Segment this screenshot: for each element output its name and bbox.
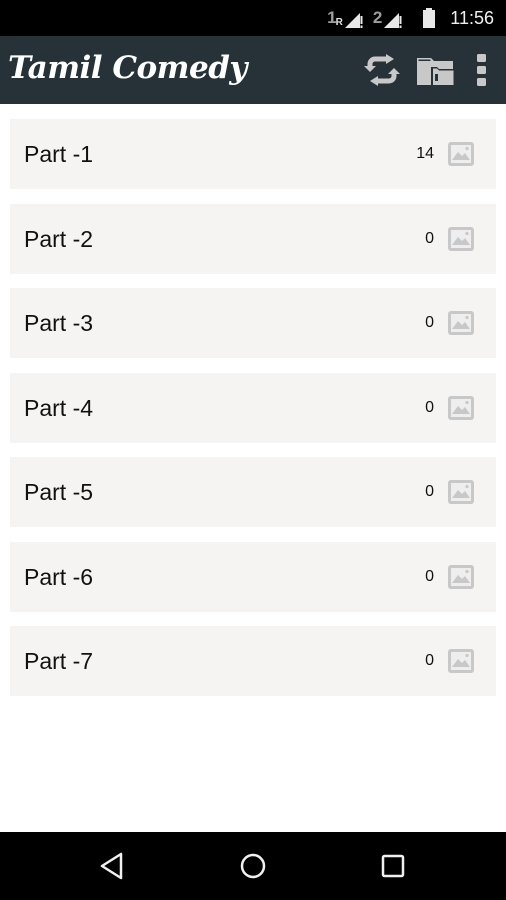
item-label: Part -1 xyxy=(24,141,94,167)
refresh-icon xyxy=(364,54,400,86)
item-count: 0 xyxy=(425,398,434,416)
app-title: Tamil Comedy xyxy=(8,50,247,86)
signal-icon xyxy=(344,13,363,28)
image-icon xyxy=(448,311,474,335)
status-icons: 1 R 2 11:56 xyxy=(327,0,494,36)
recents-square-icon xyxy=(381,854,405,878)
list-item[interactable]: Part -2 0 xyxy=(10,203,496,274)
parts-list: Part -1 14 Part -2 0 Part -3 0 Part -4 0… xyxy=(10,119,496,711)
status-bar: 1 R 2 11:56 xyxy=(0,0,506,36)
roaming-indicator: R xyxy=(335,17,343,28)
app-bar-actions xyxy=(362,36,494,104)
image-icon xyxy=(448,142,474,166)
clock: 11:56 xyxy=(450,7,494,28)
signal-icon xyxy=(384,13,402,28)
folder-icon xyxy=(417,58,455,85)
list-item[interactable]: Part -4 0 xyxy=(10,372,496,443)
item-label: Part -2 xyxy=(24,225,94,252)
app-bar: Tamil Comedy xyxy=(0,36,506,104)
item-label: Part -3 xyxy=(24,310,94,336)
sim1-signal: 1 R xyxy=(327,8,363,28)
item-count: 0 xyxy=(425,483,434,500)
item-count: 0 xyxy=(425,314,434,331)
item-label: Part -7 xyxy=(24,648,94,674)
image-icon xyxy=(448,649,474,673)
list-item[interactable]: Part -1 14 xyxy=(10,119,496,189)
navigation-bar xyxy=(0,832,506,900)
battery-icon xyxy=(423,8,436,28)
back-triangle-icon xyxy=(100,852,123,880)
recents-button[interactable] xyxy=(373,846,413,886)
list-item[interactable]: Part -6 0 xyxy=(10,541,496,612)
sim2-signal: 2 xyxy=(373,8,402,28)
list-item[interactable]: Part -5 0 xyxy=(10,457,496,527)
list-item[interactable]: Part -7 0 xyxy=(10,626,496,696)
item-label: Part -6 xyxy=(24,563,94,590)
refresh-button[interactable] xyxy=(362,50,402,90)
list-item[interactable]: Part -3 0 xyxy=(10,288,496,358)
image-icon xyxy=(448,395,474,420)
item-count: 0 xyxy=(425,652,434,669)
item-count: 14 xyxy=(416,145,434,162)
image-icon xyxy=(448,480,474,504)
item-label: Part -5 xyxy=(24,479,94,505)
image-icon xyxy=(448,226,474,251)
image-icon xyxy=(448,564,474,589)
item-label: Part -4 xyxy=(24,394,94,421)
home-button[interactable] xyxy=(233,846,273,886)
item-count: 0 xyxy=(425,229,434,247)
overflow-menu-button[interactable] xyxy=(470,50,494,90)
back-button[interactable] xyxy=(92,846,132,886)
item-count: 0 xyxy=(425,567,434,585)
more-vert-icon xyxy=(477,54,486,86)
home-circle-icon xyxy=(240,853,266,879)
folder-button[interactable] xyxy=(416,50,456,90)
sim2-label: 2 xyxy=(372,8,383,27)
